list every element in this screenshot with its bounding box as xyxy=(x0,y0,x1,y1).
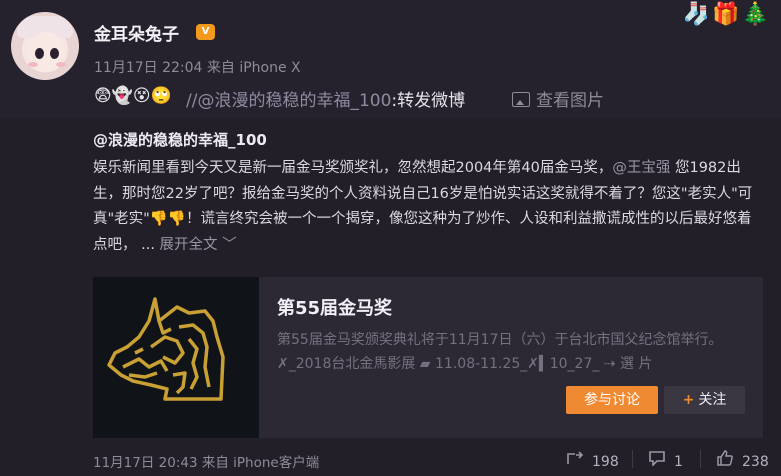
image-icon xyxy=(512,92,530,107)
avatar[interactable] xyxy=(11,12,79,80)
repost-mention-link[interactable]: //@浪漫的稳稳的幸福_100 xyxy=(186,91,391,111)
repost-action[interactable]: 198 xyxy=(566,450,619,470)
follow-button[interactable]: + 关注 xyxy=(664,386,745,414)
chevron-down-icon: ﹀ xyxy=(222,236,237,253)
vip-badge-icon[interactable]: V xyxy=(196,24,215,40)
original-text-part1: 娱乐新闻里看到今天又是新一届金马奖颁奖礼，忽然想起2004年第40届金马奖， xyxy=(93,160,613,176)
avatar-cheek-left xyxy=(28,62,38,67)
festive-decoration-icon: 🧦🎁🎄 xyxy=(682,2,771,27)
mention-link[interactable]: @王宝强 xyxy=(612,160,670,176)
expand-full-text-link[interactable]: 展开全文 ﹀ xyxy=(160,237,237,253)
ellipsis: ... xyxy=(136,236,155,253)
emoji-row: 😨👻😵🙄 xyxy=(94,86,172,106)
avatar-cheek-right xyxy=(56,62,66,67)
share-icon xyxy=(566,450,584,470)
view-image-link[interactable]: 查看图片 xyxy=(512,86,604,111)
original-author-link[interactable]: @浪漫的稳稳的幸福_100 xyxy=(93,129,267,150)
join-discussion-button[interactable]: 参与讨论 xyxy=(566,386,658,414)
original-post-text: 娱乐新闻里看到今天又是新一届金马奖颁奖礼，忽然想起2004年第40届金马奖，@王… xyxy=(93,156,753,258)
plus-icon: + xyxy=(682,392,695,408)
golden-horse-logo-icon xyxy=(107,297,225,401)
expand-label: 展开全文 xyxy=(159,236,218,253)
repost-header: 金耳朵兔子 V 11月17日 22:04 来自 iPhone X 🧦🎁🎄 😨👻😵… xyxy=(0,0,781,118)
card-description: 第55届金马奖颁奖典礼将于11月17日（六）于台北市国父纪念馆举行。 ✗_201… xyxy=(277,332,723,372)
username[interactable]: 金耳朵兔子 xyxy=(94,20,179,45)
original-meta[interactable]: 11月17日 20:43 来自 iPhone客户端 xyxy=(93,451,319,471)
action-divider xyxy=(700,450,701,468)
like-count: 238 xyxy=(742,454,769,470)
repost-text: //@浪漫的稳稳的幸福_100:转发微博 xyxy=(186,86,465,111)
post-meta[interactable]: 11月17日 22:04 来自 iPhone X xyxy=(94,57,301,77)
action-divider xyxy=(632,450,633,468)
avatar-eye-left xyxy=(35,48,44,59)
like-action[interactable]: 238 xyxy=(716,450,769,470)
card-title[interactable]: 第55届金马奖 xyxy=(277,294,392,320)
golden-horse-logo-image[interactable] xyxy=(93,277,259,438)
link-card[interactable]: 第55届金马奖 第55届金马奖颁奖典礼将于11月17日（六）于台北市国父纪念馆举… xyxy=(93,277,763,438)
comment-count: 1 xyxy=(674,454,683,470)
repost-count: 198 xyxy=(592,454,619,470)
comment-icon xyxy=(648,450,666,470)
repost-suffix: :转发微博 xyxy=(391,91,466,111)
avatar-eye-right xyxy=(50,48,59,59)
view-image-label: 查看图片 xyxy=(536,91,604,111)
like-icon xyxy=(716,450,734,470)
thumbs-down-icon: 👎👎 xyxy=(149,211,186,227)
follow-label: 关注 xyxy=(698,392,727,408)
comment-action[interactable]: 1 xyxy=(648,450,683,470)
